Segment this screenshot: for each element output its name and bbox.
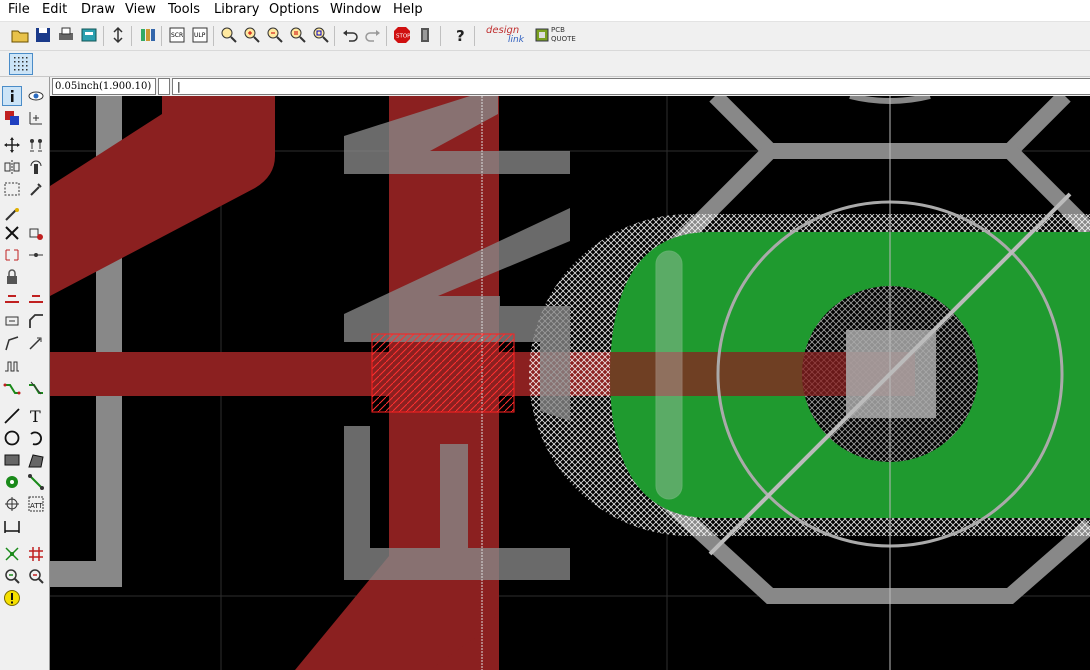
designlink-logo[interactable]: design link: [486, 25, 530, 47]
dimension-icon[interactable]: [3, 517, 21, 535]
library-icon[interactable]: [138, 25, 158, 45]
save-icon[interactable]: [33, 25, 53, 45]
via-icon[interactable]: [3, 473, 21, 491]
selection-box: [371, 333, 515, 413]
rectangle-icon[interactable]: [3, 451, 21, 469]
go-icon[interactable]: [415, 25, 435, 45]
menu-window[interactable]: Window: [330, 2, 381, 17]
errors-icon[interactable]: [27, 567, 45, 585]
signal-icon[interactable]: [27, 473, 45, 491]
svg-text:ULP: ULP: [194, 32, 206, 39]
menu-view[interactable]: View: [125, 2, 156, 17]
pcb-canvas[interactable]: [50, 96, 1090, 670]
copper-trace-diagonal: [50, 96, 275, 296]
print-icon[interactable]: [56, 25, 76, 45]
main-toolbar: SCR ULP STOP ? design link PCB QUOTE: [0, 22, 1090, 51]
script-icon[interactable]: SCR: [167, 25, 187, 45]
circle-icon[interactable]: [3, 429, 21, 447]
pcb-quote-button[interactable]: PCB QUOTE: [535, 26, 576, 46]
zoom-out-icon[interactable]: [265, 25, 285, 45]
pcb-drawing: [50, 96, 1090, 670]
svg-text:T: T: [30, 407, 41, 425]
pad-overlay-strip: [655, 250, 683, 500]
arc-icon[interactable]: [27, 429, 45, 447]
command-toolbar: T ATT: [0, 77, 50, 670]
grid-dropdown-button[interactable]: [158, 78, 170, 95]
board-schematic-switch-icon[interactable]: [108, 25, 128, 45]
command-line-bar: 0.05inch(1.900.10) |: [50, 77, 1090, 95]
menu-bar: File Edit Draw View Tools Library Option…: [0, 0, 1090, 22]
cam-processor-icon[interactable]: [79, 25, 99, 45]
info-icon[interactable]: [2, 86, 22, 106]
menu-library[interactable]: Library: [214, 2, 259, 17]
grid-button[interactable]: [9, 53, 33, 75]
hole-icon[interactable]: [3, 495, 21, 513]
autorouter-icon[interactable]: [27, 379, 45, 397]
auto-icon[interactable]: [27, 545, 45, 563]
zoom-select-icon[interactable]: [311, 25, 331, 45]
command-input[interactable]: |: [172, 78, 1090, 95]
tog-icon[interactable]: [27, 290, 45, 308]
zoom-redraw-icon[interactable]: [288, 25, 308, 45]
grid-icon: [14, 57, 28, 71]
polygon-icon[interactable]: [27, 451, 45, 469]
route-multi-icon[interactable]: [3, 379, 21, 397]
stop-icon[interactable]: STOP: [392, 25, 412, 45]
menu-tools[interactable]: Tools: [168, 2, 200, 17]
lock-icon[interactable]: [3, 268, 21, 286]
miter-icon[interactable]: [27, 312, 45, 330]
parameter-toolbar: [0, 51, 1090, 77]
svg-text:ATT: ATT: [30, 502, 43, 510]
display-layers-icon[interactable]: [3, 109, 21, 127]
svg-text:?: ?: [456, 27, 465, 45]
ripup-icon[interactable]: [27, 334, 45, 352]
replace-icon[interactable]: [3, 312, 21, 330]
ratsnest-icon[interactable]: [3, 545, 21, 563]
split-icon[interactable]: [27, 246, 45, 264]
rotate-icon[interactable]: [27, 158, 45, 176]
wire-icon[interactable]: [3, 407, 21, 425]
ulp-icon[interactable]: ULP: [190, 25, 210, 45]
optimize-icon[interactable]: [3, 290, 21, 308]
mark-icon[interactable]: [27, 109, 45, 127]
zoom-fit-icon[interactable]: [219, 25, 239, 45]
smash-icon[interactable]: [3, 246, 21, 264]
add-icon[interactable]: [27, 224, 45, 242]
drc-icon[interactable]: [3, 567, 21, 585]
mirror-icon[interactable]: [3, 158, 21, 176]
text-icon[interactable]: T: [27, 407, 45, 426]
menu-options[interactable]: Options: [269, 2, 319, 17]
redo-icon[interactable]: [363, 25, 383, 45]
zoom-in-icon[interactable]: [242, 25, 262, 45]
menu-help[interactable]: Help: [393, 2, 423, 17]
move-icon[interactable]: [3, 136, 21, 154]
group-icon[interactable]: [3, 180, 21, 198]
menu-edit[interactable]: Edit: [42, 2, 67, 17]
pcb-chip-icon: [535, 28, 549, 42]
menu-draw[interactable]: Draw: [81, 2, 115, 17]
grid-coordinate-display: 0.05inch(1.900.10): [52, 78, 156, 95]
delete-icon[interactable]: [3, 224, 21, 242]
svg-text:SCR: SCR: [171, 32, 183, 39]
show-icon[interactable]: [27, 87, 45, 105]
svg-text:STOP: STOP: [396, 34, 411, 40]
undo-icon[interactable]: [340, 25, 360, 45]
attribute-icon[interactable]: ATT: [27, 495, 45, 513]
route-icon[interactable]: [3, 334, 21, 352]
warning-icon[interactable]: [3, 589, 21, 607]
paste-icon[interactable]: [3, 206, 21, 224]
copy-icon[interactable]: [27, 136, 45, 154]
menu-file[interactable]: File: [8, 2, 30, 17]
open-icon[interactable]: [10, 25, 30, 45]
meander-icon[interactable]: [3, 357, 21, 375]
help-icon[interactable]: ?: [450, 25, 470, 45]
change-icon[interactable]: [27, 180, 45, 198]
